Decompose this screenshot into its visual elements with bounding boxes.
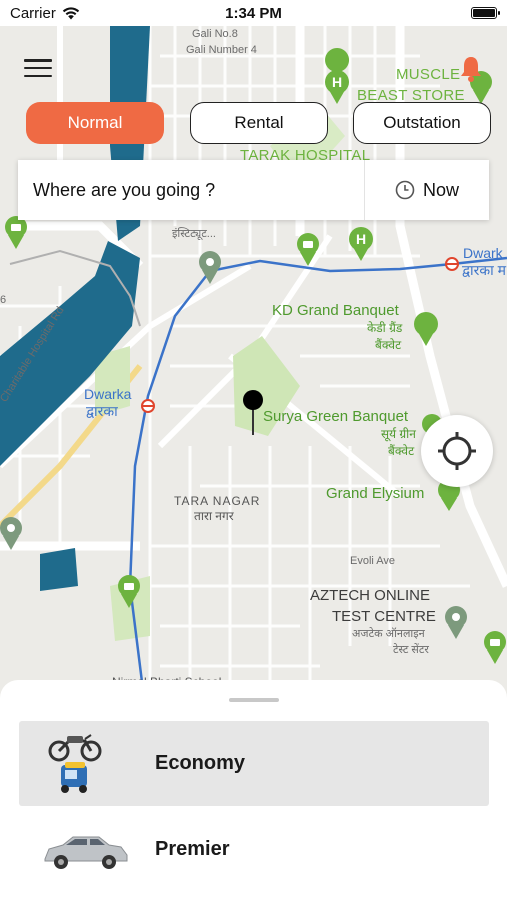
crosshair-icon [438,432,476,470]
wifi-icon [62,6,80,19]
status-bar: Carrier 1:34 PM [0,0,507,26]
map-label: Grand Elysium [326,485,425,502]
vehicle-option-economy[interactable]: Economy [19,721,489,806]
map-label: सूर्य ग्रीन [381,427,416,441]
map-label: तारा नगर [194,509,234,523]
vehicle-label: Premier [155,838,230,860]
menu-line [24,59,52,62]
sedan-car-icon [41,815,131,885]
map-label: Gali Number 4 [186,44,257,56]
svg-text:H: H [356,231,366,247]
map-label: बैंक्वेट [375,338,402,352]
map-label: KD Grand Banquet [272,302,399,319]
vehicle-option-premier[interactable]: Premier [19,807,489,892]
schedule-time-label: Now [422,179,459,200]
vehicle-bottom-sheet: Economy Premier [0,680,507,900]
map-label: इंस्टिट्यूट... [172,228,216,240]
tab-rental[interactable]: Rental [190,102,328,144]
bike-and-auto-icon [41,729,131,799]
battery-icon [471,7,500,19]
map-label: 6 [0,294,7,306]
hamburger-menu-icon[interactable] [20,56,56,80]
map-label: TEST CENTRE [332,608,436,625]
status-left: Carrier [10,5,80,22]
map-label: टेस्ट सेंटर [393,644,429,656]
map-label: द्वारका [86,403,118,419]
menu-line [24,66,52,70]
map-label: केडी ग्रैंड [367,321,403,335]
map-label: Gali No.8 [192,28,238,40]
vehicle-label: Economy [155,752,246,774]
map-label: द्वारका म [462,262,507,278]
menu-line [24,74,52,77]
battery-fill [473,9,495,17]
schedule-time-button[interactable]: Now [365,180,489,201]
carrier-label: Carrier [10,4,56,22]
map-label: MUSCLE [396,66,461,83]
destination-search-card: Where are you going ? Now [18,160,489,220]
map-label: बैंक्वेट [388,444,415,458]
destination-search-input[interactable]: Where are you going ? [18,180,364,201]
map-label: Dwarka [84,386,132,402]
current-location-button[interactable] [421,415,493,487]
clock-icon [395,180,415,200]
map-label: Evoli Ave [350,555,396,567]
map-label: अजटेक ऑनलाइन [352,628,425,640]
svg-text:H: H [332,74,342,90]
tab-outstation[interactable]: Outstation [353,102,491,144]
map-label: Dwark [463,245,503,261]
tab-normal[interactable]: Normal [26,102,164,144]
notification-bell-icon[interactable] [459,55,483,83]
map-label: TARA NAGAR [174,494,261,508]
map-label: Surya Green Banquet [263,408,409,425]
map-label: AZTECH ONLINE [310,587,431,604]
sheet-drag-handle[interactable] [229,698,279,702]
